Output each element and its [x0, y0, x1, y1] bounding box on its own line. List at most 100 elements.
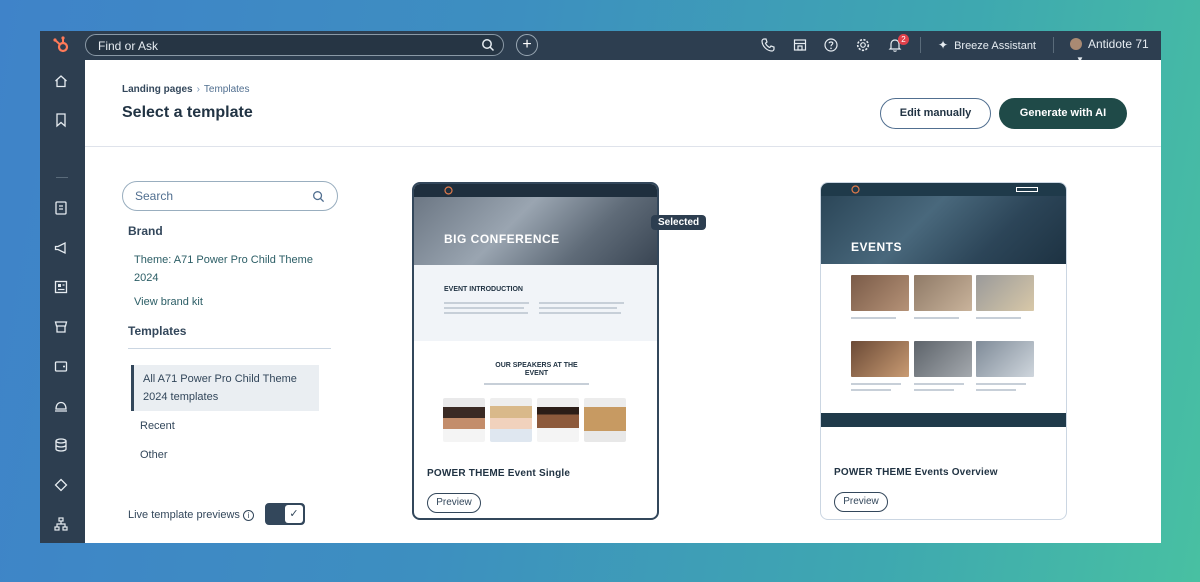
selected-badge: Selected [651, 215, 707, 230]
top-navigation-bar: Find or Ask + 2 ✦ Breeze Assistant Antid… [40, 31, 1161, 64]
thumbnail-text-line [914, 389, 954, 391]
template-card-events-overview[interactable]: EVENTS POWER THEME Events Overview Previ… [820, 182, 1067, 520]
thumbnail-text-line [539, 302, 624, 304]
home-icon[interactable] [53, 73, 69, 89]
thumbnail-header-bar [821, 183, 1066, 196]
search-icon[interactable] [481, 38, 495, 52]
contacts-icon[interactable] [53, 200, 69, 216]
thumbnail-speakers-heading-2: EVENT [524, 370, 549, 377]
filter-item-other[interactable]: Other [140, 449, 168, 461]
content-icon[interactable] [53, 279, 69, 295]
thumbnail-text-line [444, 302, 529, 304]
wallet-icon[interactable] [53, 358, 69, 374]
thumbnail-hero-title: BIG CONFERENCE [444, 232, 560, 246]
org-chart-icon[interactable] [53, 516, 69, 532]
thumbnail-text-line [444, 312, 528, 314]
search-icon[interactable] [312, 190, 325, 203]
speaker-photo [443, 398, 485, 442]
topbar-divider [1053, 37, 1054, 53]
topbar-divider [920, 37, 921, 53]
thumbnail-text-line [914, 383, 964, 385]
live-previews-label: Live template previews [128, 509, 240, 521]
marketplace-icon[interactable] [792, 37, 808, 53]
filter-item-recent[interactable]: Recent [140, 420, 175, 432]
thumbnail-logo-icon [444, 186, 453, 195]
templates-divider [128, 348, 331, 349]
breadcrumb-landing-pages[interactable]: Landing pages [122, 84, 193, 95]
marketing-megaphone-icon[interactable] [53, 240, 69, 256]
thumbnail-text-line [851, 317, 896, 319]
checkmark-icon: ✓ [285, 505, 303, 523]
templates-heading: Templates [128, 324, 187, 338]
event-image [976, 275, 1034, 311]
speaker-photo [490, 398, 532, 442]
account-avatar [1070, 38, 1082, 50]
edit-manually-button[interactable]: Edit manually [880, 98, 991, 129]
main-content: Landing pages › Templates Select a templat… [85, 60, 1161, 543]
service-icon[interactable] [53, 398, 69, 414]
thumbnail-speakers-heading-1: OUR SPEAKERS AT THE [495, 362, 578, 369]
create-new-button[interactable]: + [516, 34, 538, 56]
preview-button[interactable]: Preview [834, 492, 888, 512]
brand-heading: Brand [128, 224, 163, 238]
live-previews-row: Live template previews i [128, 509, 254, 521]
filter-item-all-templates[interactable]: All A71 Power Pro Child Theme 2024 templ… [131, 365, 319, 411]
speaker-photo [537, 398, 579, 442]
thumbnail-text-line [539, 312, 621, 314]
thumbnail-text-line [851, 389, 891, 391]
commerce-icon[interactable] [53, 319, 69, 335]
thumbnail-text-line [484, 383, 589, 385]
thumbnail-hero-title: EVENTS [851, 240, 903, 254]
event-image [914, 275, 972, 311]
data-management-icon[interactable] [53, 437, 69, 453]
theme-link[interactable]: Theme: A71 Power Pro Child Theme 2024 [134, 251, 319, 287]
page-title: Select a template [122, 104, 253, 121]
thumbnail-hero-image [414, 197, 657, 265]
left-navigation-sidebar [40, 60, 85, 543]
live-previews-toggle[interactable]: ✓ [265, 503, 305, 525]
breadcrumb-templates: Templates [203, 84, 250, 95]
breeze-assistant-button[interactable]: ✦ Breeze Assistant [938, 38, 1036, 52]
help-icon[interactable] [823, 37, 839, 53]
template-card-event-single[interactable]: BIG CONFERENCE EVENT INTRODUCTION OUR SP… [412, 182, 659, 520]
bookmark-icon[interactable] [53, 112, 69, 128]
global-search-placeholder: Find or Ask [98, 39, 159, 53]
preview-button[interactable]: Preview [427, 493, 481, 513]
header-divider [85, 146, 1161, 147]
notification-count-badge: 2 [898, 34, 909, 45]
thumbnail-text-line [851, 383, 901, 385]
settings-gear-icon[interactable] [855, 37, 871, 53]
thumbnail-header-bar [414, 184, 657, 197]
app-window: Find or Ask + 2 ✦ Breeze Assistant Antid… [40, 31, 1161, 543]
thumbnail-text-line [976, 317, 1021, 319]
automation-icon[interactable] [53, 477, 69, 493]
template-name: POWER THEME Events Overview [834, 467, 998, 478]
thumbnail-logo-icon [851, 185, 860, 194]
thumbnail-text-line [976, 383, 1026, 385]
event-image [976, 341, 1034, 377]
template-search-placeholder: Search [135, 189, 174, 203]
thumbnail-footer [821, 413, 1066, 427]
thumbnail-text-line [444, 307, 524, 309]
breeze-assistant-label: Breeze Assistant [954, 40, 1036, 52]
thumbnail-nav-button [1016, 187, 1038, 192]
breadcrumb: Landing pages › Templates [122, 84, 249, 95]
sparkle-icon: ✦ [938, 38, 949, 52]
hubspot-logo-icon[interactable] [52, 36, 70, 54]
view-brand-kit-link[interactable]: View brand kit [134, 293, 203, 311]
generate-with-ai-button[interactable]: Generate with AI [999, 98, 1127, 129]
phone-icon[interactable] [760, 37, 776, 53]
thumbnail-text-line [539, 307, 617, 309]
template-name: POWER THEME Event Single [427, 468, 571, 479]
speaker-photo [584, 398, 626, 442]
account-name: Antidote 71 [1088, 37, 1149, 51]
nav-divider [56, 177, 68, 178]
event-image [851, 275, 909, 311]
template-search-input[interactable]: Search [122, 181, 338, 211]
thumbnail-text-line [914, 317, 959, 319]
global-search-input[interactable]: Find or Ask [85, 34, 504, 56]
event-image [851, 341, 909, 377]
thumbnail-intro-heading: EVENT INTRODUCTION [444, 286, 523, 293]
info-icon[interactable]: i [242, 510, 254, 521]
event-image [914, 341, 972, 377]
